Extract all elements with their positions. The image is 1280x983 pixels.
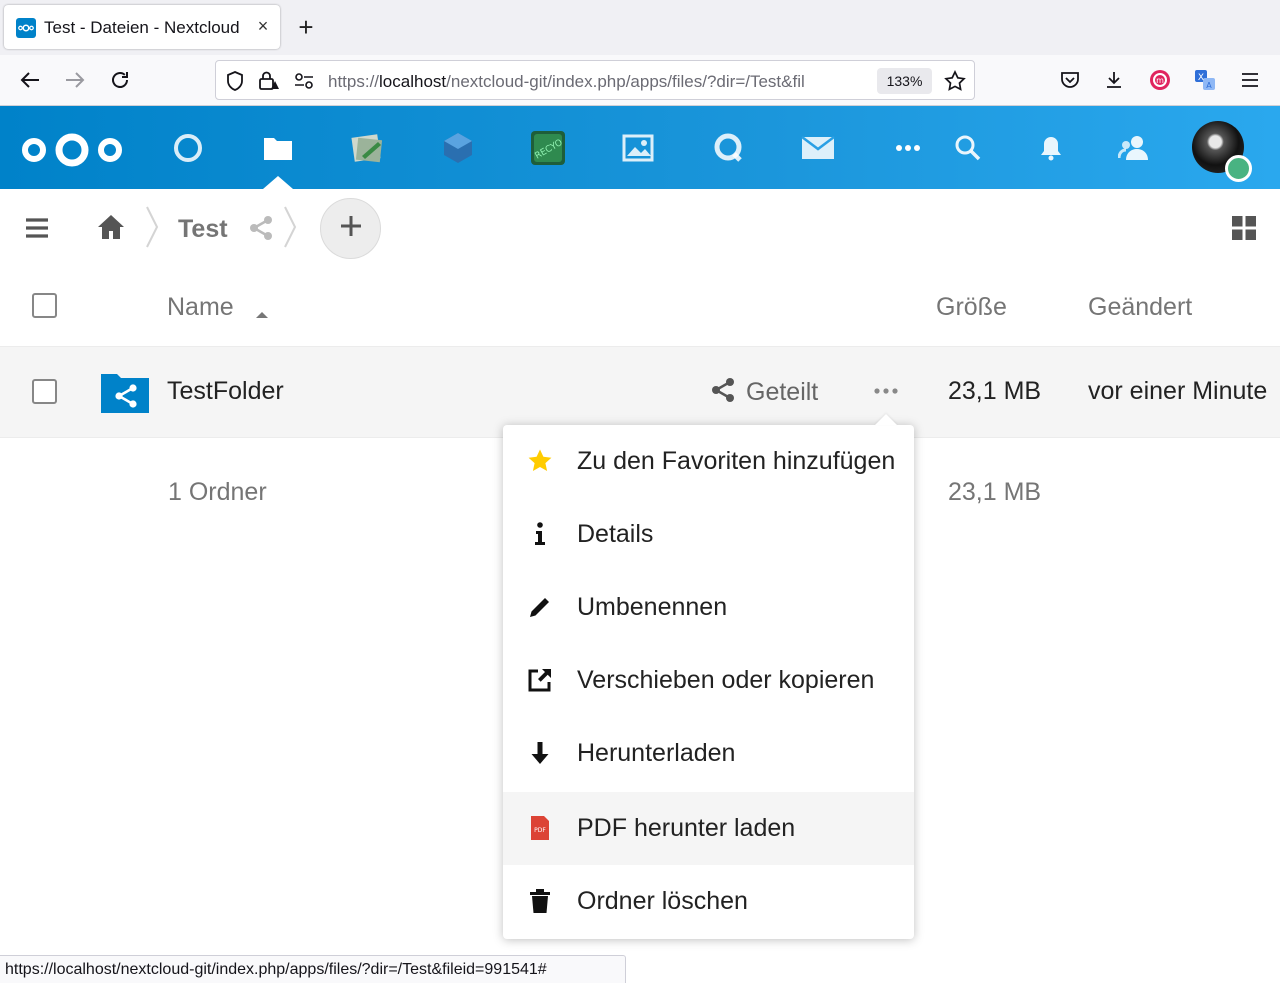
menu-item-download[interactable]: Herunterladen — [503, 717, 914, 790]
column-size-header[interactable]: Größe — [936, 293, 1007, 322]
menu-item-download-pdf[interactable]: PDF PDF herunter laden — [503, 792, 914, 865]
menu-item-details[interactable]: Details — [503, 498, 914, 571]
svg-text:m: m — [1156, 76, 1164, 85]
file-actions-menu: Zu den Favoriten hinzufügen Details Umbe… — [503, 414, 914, 939]
pdf-icon: PDF — [527, 815, 553, 841]
nextcloud-logo-icon[interactable] — [20, 133, 124, 172]
svg-text:A: A — [1206, 81, 1212, 90]
popover-arrow — [875, 414, 897, 425]
grid-view-toggle-icon[interactable] — [1231, 215, 1257, 241]
home-icon[interactable] — [96, 213, 126, 243]
plus-icon — [340, 215, 362, 242]
select-all-checkbox[interactable] — [32, 293, 57, 318]
menu-item-label: Ordner löschen — [577, 887, 748, 915]
menu-item-favorite[interactable]: Zu den Favoriten hinzufügen — [503, 425, 914, 498]
browser-tabstrip: Test - Dateien - Nextcloud × + — [0, 0, 1280, 55]
new-tab-button[interactable]: + — [293, 14, 319, 40]
more-apps-icon[interactable] — [890, 130, 926, 166]
active-app-caret — [263, 176, 293, 189]
url-bar[interactable]: https://localhost/nextcloud-git/index.ph… — [215, 60, 975, 100]
menu-item-label: Details — [577, 520, 654, 548]
file-size: 23,1 MB — [948, 377, 1042, 405]
info-icon — [527, 521, 553, 547]
photos-icon[interactable] — [620, 130, 656, 166]
app-menu-icon[interactable] — [1236, 66, 1264, 94]
download-icon — [527, 740, 553, 766]
notifications-bell-icon[interactable] — [1033, 130, 1069, 166]
menu-item-rename[interactable]: Umbenennen — [503, 571, 914, 644]
files-controls: Test — [0, 189, 1280, 267]
back-icon[interactable] — [16, 66, 44, 94]
svg-text:PDF: PDF — [534, 827, 546, 834]
breadcrumb-separator-icon — [283, 205, 297, 249]
zoom-level-button[interactable]: 133% — [877, 68, 932, 94]
file-list-header: Name Größe Geändert — [0, 267, 1280, 347]
mastodon-extension-icon[interactable]: m — [1146, 66, 1174, 94]
translate-extension-icon[interactable]: XA — [1191, 66, 1219, 94]
talk-icon[interactable] — [710, 130, 746, 166]
url-text[interactable]: https://localhost/nextcloud-git/index.ph… — [328, 72, 878, 92]
browser-tab[interactable]: Test - Dateien - Nextcloud × — [4, 5, 280, 49]
permissions-icon[interactable] — [294, 73, 314, 94]
shared-folder-icon[interactable] — [101, 371, 149, 413]
files-icon[interactable] — [260, 130, 296, 166]
row-select-checkbox[interactable] — [32, 379, 57, 404]
tracking-shield-icon[interactable] — [226, 71, 244, 96]
bookmark-star-icon[interactable] — [944, 70, 966, 97]
ocr-icon[interactable]: RECYO — [530, 130, 566, 166]
summary-folder-count: 1 Ordner — [168, 478, 267, 506]
tab-close-icon[interactable]: × — [252, 15, 274, 37]
new-file-button[interactable] — [320, 198, 381, 259]
search-icon[interactable] — [950, 130, 986, 166]
breadcrumb-current[interactable]: Test — [178, 215, 228, 244]
menu-item-delete[interactable]: Ordner löschen — [503, 865, 914, 938]
menu-item-label: PDF herunter laden — [577, 814, 796, 842]
file-modified: vor einer Minute — [1088, 377, 1268, 405]
external-icon — [527, 667, 553, 693]
nextcloud-header: RECYO — [0, 106, 1280, 189]
tab-title: Test - Dateien - Nextcloud — [44, 18, 240, 37]
pocket-icon[interactable] — [1056, 66, 1084, 94]
breadcrumb-separator-icon — [145, 205, 159, 249]
star-icon — [527, 448, 553, 474]
trash-icon — [527, 888, 553, 914]
contacts-menu-icon[interactable] — [1116, 130, 1152, 166]
dashboard-icon[interactable] — [170, 130, 206, 166]
mail-icon[interactable] — [800, 130, 836, 166]
browser-navbar: https://localhost/nextcloud-git/index.ph… — [0, 55, 1280, 106]
shared-button[interactable]: Geteilt — [710, 377, 818, 408]
share-icon — [710, 377, 736, 408]
menu-item-move-copy[interactable]: Verschieben oder kopieren — [503, 644, 914, 717]
menu-item-label: Umbenennen — [577, 593, 728, 621]
shared-label: Geteilt — [746, 378, 819, 406]
column-name-header[interactable]: Name — [167, 293, 234, 322]
navigation-toggle-icon[interactable] — [24, 217, 50, 239]
deck-icon[interactable] — [350, 130, 386, 166]
svg-text:X: X — [1198, 73, 1204, 83]
status-bar-url: https://localhost/nextcloud-git/index.ph… — [0, 955, 626, 983]
menu-item-label: Herunterladen — [577, 739, 736, 767]
menu-item-label: Verschieben oder kopieren — [577, 666, 875, 694]
more-actions-icon[interactable] — [872, 381, 900, 401]
url-path: /nextcloud-git/index.php/apps/files/?dir… — [446, 72, 805, 91]
menu-item-label: Zu den Favoriten hinzufügen — [577, 447, 896, 475]
url-host: localhost — [379, 72, 447, 91]
sort-ascending-icon[interactable] — [255, 306, 269, 324]
online-status-badge — [1225, 155, 1252, 182]
lock-warning-icon[interactable] — [258, 70, 280, 97]
url-scheme: https:// — [328, 72, 380, 91]
share-icon[interactable] — [248, 215, 274, 241]
nextcloud-favicon-icon — [16, 18, 36, 38]
column-modified-header[interactable]: Geändert — [1088, 293, 1192, 322]
reload-icon[interactable] — [106, 66, 134, 94]
downloads-icon[interactable] — [1100, 66, 1128, 94]
summary-total-size: 23,1 MB — [948, 478, 1042, 506]
file-name[interactable]: TestFolder — [167, 377, 284, 406]
pencil-icon — [527, 594, 553, 620]
collectives-icon[interactable] — [440, 130, 476, 166]
forward-icon[interactable] — [61, 66, 89, 94]
